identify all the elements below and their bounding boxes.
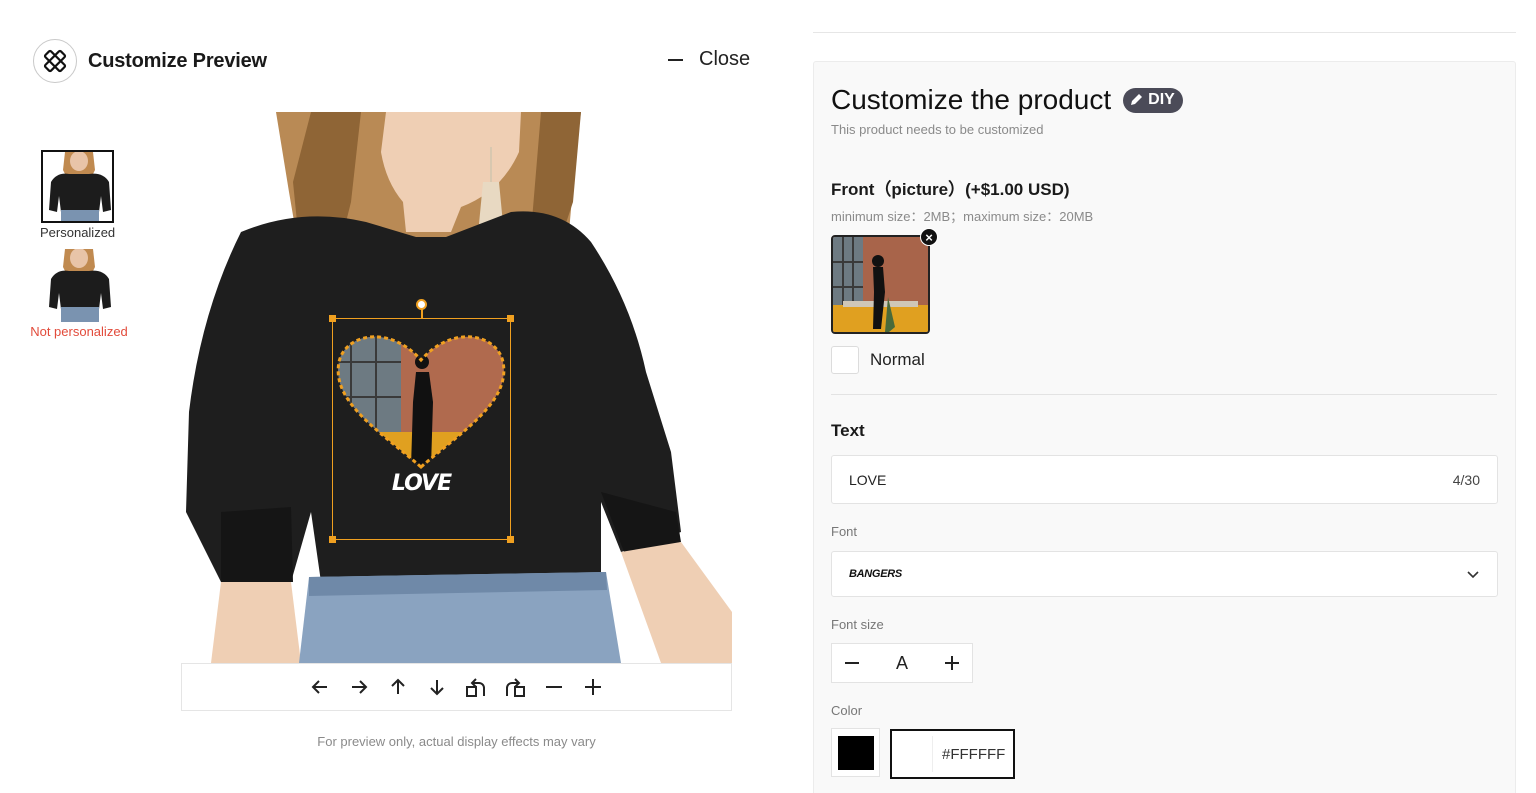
pencil-icon [1131, 94, 1143, 105]
customize-logo-icon [33, 39, 77, 83]
decrease-font-size-button[interactable] [832, 644, 872, 682]
arrow-left-icon[interactable] [301, 667, 340, 707]
diy-badge-label: DIY [1148, 91, 1175, 108]
normal-option[interactable]: Normal [831, 346, 925, 374]
upload-size-hint: minimum size：2MB；maximum size：20MB [831, 209, 1094, 224]
arrow-right-icon[interactable] [340, 667, 379, 707]
resize-handle[interactable] [329, 536, 336, 543]
text-input[interactable]: LOVE 4/30 [831, 455, 1498, 504]
front-picture-title: Front（picture）(+$1.00 USD) [831, 180, 1070, 199]
close-label: Close [699, 48, 751, 70]
customize-panel: Customize the product DIY This product n… [813, 61, 1516, 793]
minus-icon [668, 58, 683, 61]
increase-font-size-button[interactable] [932, 644, 972, 682]
text-input-value: LOVE [849, 471, 887, 488]
minus-icon [845, 662, 859, 664]
remove-image-button[interactable]: × [920, 228, 938, 246]
panel-title-row: Customize the product DIY [831, 84, 1183, 116]
color-preview [898, 736, 933, 772]
close-button[interactable]: Close [668, 48, 750, 71]
thumbnail-not-personalized[interactable]: Not personalized [27, 249, 131, 339]
uploaded-image[interactable] [831, 235, 930, 334]
color-swatch-black[interactable] [831, 728, 880, 777]
top-divider [813, 32, 1516, 33]
arrow-up-icon[interactable] [379, 667, 418, 707]
panel-subtitle: This product needs to be customized [831, 122, 1044, 137]
color-hex-value: #FFFFFF [942, 745, 1006, 763]
preview-disclaimer: For preview only, actual display effects… [317, 734, 596, 749]
resize-handle[interactable] [329, 315, 336, 322]
normal-option-label: Normal [870, 350, 925, 369]
rotate-handle[interactable] [416, 299, 427, 310]
resize-handle[interactable] [507, 315, 514, 322]
color-label: Color [831, 703, 863, 718]
panel-title: Customize the product [831, 84, 1112, 115]
color-swatch-fill [837, 735, 874, 770]
thumbnail-image [42, 249, 116, 322]
character-count: 4/30 [1452, 471, 1480, 488]
rotate-left-icon[interactable] [457, 667, 496, 707]
color-hex-input[interactable]: #FFFFFF [890, 729, 1015, 779]
thumbnail-label: Not personalized [30, 324, 128, 339]
font-select-value: BANGERS [849, 568, 902, 580]
thumbnail-image [41, 150, 115, 223]
font-size-label: Font size [831, 617, 884, 632]
thumbnail-label: Personalized [40, 225, 116, 240]
zoom-in-icon[interactable] [574, 667, 613, 707]
rotate-right-icon[interactable] [496, 667, 535, 707]
resize-handle[interactable] [507, 536, 514, 543]
edit-toolbar [181, 663, 732, 711]
section-divider [831, 394, 1497, 395]
plus-icon [945, 656, 959, 670]
normal-checkbox[interactable] [831, 346, 859, 374]
diy-badge: DIY [1123, 87, 1183, 113]
preview-title: Customize Preview [88, 49, 267, 72]
zoom-out-icon[interactable] [535, 667, 574, 707]
chevron-down-icon [1467, 571, 1479, 579]
thumbnail-personalized[interactable]: Personalized [40, 150, 115, 240]
font-select[interactable]: BANGERS [831, 551, 1498, 597]
font-label: Font [831, 524, 858, 539]
font-size-stepper: A [831, 643, 973, 683]
font-size-value: A [895, 652, 908, 673]
selection-box[interactable]: LOVE [329, 299, 514, 543]
overlay-text: LOVE [391, 471, 452, 496]
arrow-down-icon[interactable] [418, 667, 457, 707]
text-section-title: Text [831, 421, 865, 440]
preview-header: Customize Preview [33, 39, 267, 83]
preview-canvas[interactable]: LOVE [181, 112, 732, 663]
